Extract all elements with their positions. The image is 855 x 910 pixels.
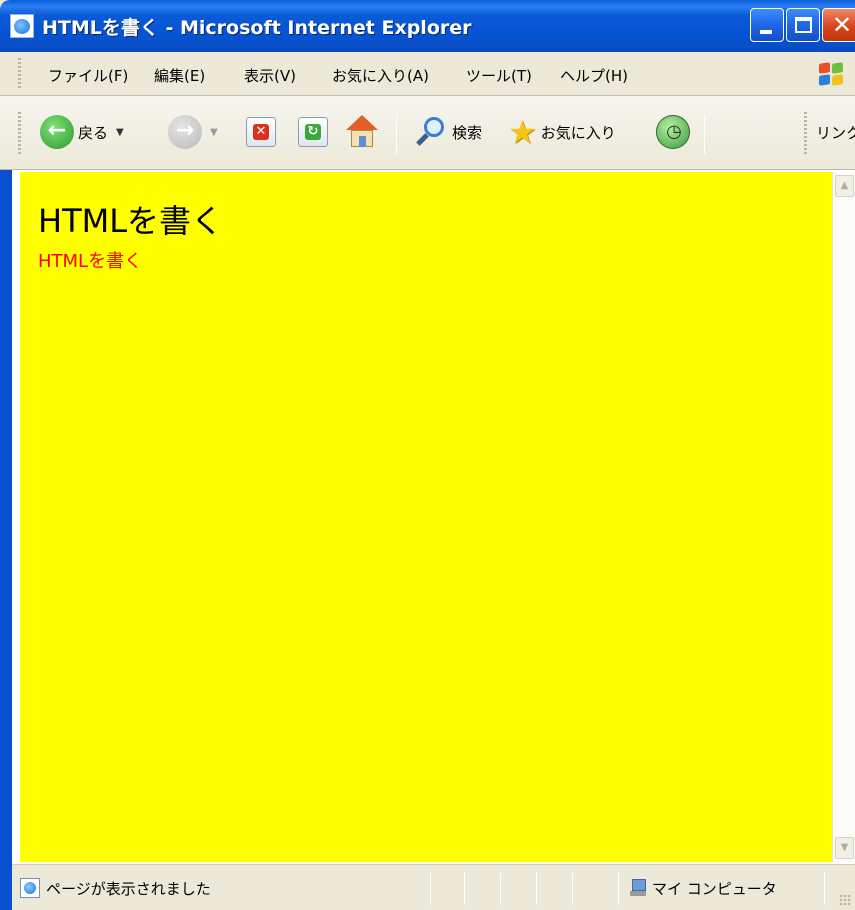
page-content: HTMLを書く HTMLを書く (20, 172, 832, 862)
home-button[interactable] (344, 110, 380, 154)
menu-tools[interactable]: ツール(T) (466, 65, 532, 86)
status-pane-divider (536, 873, 537, 905)
links-grip[interactable] (804, 112, 807, 156)
title-bar[interactable]: HTMLを書く - Microsoft Internet Explorer ✕ (0, 0, 855, 52)
back-dropdown-icon[interactable]: ▼ (116, 127, 124, 138)
menu-bar: ファイル(F) 編集(E) 表示(V) お気に入り(A) ツール(T) ヘルプ(… (0, 52, 855, 96)
scroll-down-button[interactable]: ▼ (835, 837, 854, 859)
history-button[interactable]: ◷ (656, 110, 690, 154)
menu-view[interactable]: 表示(V) (244, 65, 296, 86)
toolbar-separator (396, 114, 397, 154)
menubar-grip[interactable] (18, 58, 21, 88)
resize-grip[interactable] (839, 894, 851, 906)
history-icon: ◷ (656, 115, 690, 149)
status-pane-divider (464, 873, 465, 905)
refresh-icon: ↻ (298, 117, 328, 147)
status-pane-divider (500, 873, 501, 905)
page-done-icon (20, 878, 40, 898)
status-pane-divider (572, 873, 573, 905)
window-left-border (0, 170, 12, 910)
back-arrow-icon: ← (40, 115, 74, 149)
back-button[interactable]: ← 戻る ▼ (40, 110, 124, 154)
stop-icon: ✕ (246, 117, 276, 147)
minimize-icon (760, 30, 772, 34)
minimize-button[interactable] (750, 8, 784, 42)
home-icon (344, 115, 380, 149)
maximize-icon (795, 17, 812, 33)
menu-help[interactable]: ヘルプ(H) (560, 65, 628, 86)
toolbar-grip[interactable] (18, 112, 21, 156)
vertical-scrollbar[interactable]: ▲ ▼ (832, 172, 855, 862)
forward-button[interactable]: → ▼ (168, 110, 218, 154)
star-icon: ★ (508, 113, 537, 151)
ie-page-icon (10, 14, 34, 38)
links-button[interactable]: リンク (816, 122, 855, 143)
menu-edit[interactable]: 編集(E) (154, 65, 205, 86)
my-computer-icon (630, 879, 646, 897)
search-icon (414, 115, 448, 149)
status-pane-divider (430, 873, 431, 905)
windows-logo-icon (817, 62, 845, 88)
scroll-up-button[interactable]: ▲ (835, 175, 854, 197)
page-red-text: HTMLを書く (38, 251, 143, 272)
standard-toolbar: ← 戻る ▼ → ▼ ✕ ↻ 検索 ★ お気に入り ◷ リンク (0, 96, 855, 170)
menu-file[interactable]: ファイル(F) (48, 65, 128, 86)
back-label: 戻る (78, 123, 109, 142)
close-icon: ✕ (832, 11, 853, 39)
forward-dropdown-icon[interactable]: ▼ (210, 127, 218, 138)
maximize-button[interactable] (786, 8, 820, 42)
search-label: 検索 (452, 123, 483, 142)
refresh-button[interactable]: ↻ (298, 110, 328, 154)
ie-window: HTMLを書く - Microsoft Internet Explorer ✕ … (0, 0, 855, 910)
forward-arrow-icon: → (168, 115, 202, 149)
page-heading: HTMLを書く (38, 202, 224, 240)
stop-button[interactable]: ✕ (246, 110, 276, 154)
favorites-label: お気に入り (540, 123, 616, 142)
menu-favorites[interactable]: お気に入り(A) (332, 65, 429, 86)
status-pane-divider (618, 873, 619, 905)
toolbar-separator-2 (704, 114, 705, 154)
status-bar: ページが表示されました マイ コンピュータ (12, 864, 855, 910)
status-pane-divider (824, 873, 825, 905)
favorites-button[interactable]: ★ お気に入り (508, 110, 616, 154)
security-zone-text: マイ コンピュータ (652, 880, 777, 898)
status-text: ページが表示されました (46, 880, 211, 898)
close-button[interactable]: ✕ (822, 8, 855, 42)
window-title: HTMLを書く - Microsoft Internet Explorer (42, 17, 472, 39)
search-button[interactable]: 検索 (414, 110, 482, 154)
